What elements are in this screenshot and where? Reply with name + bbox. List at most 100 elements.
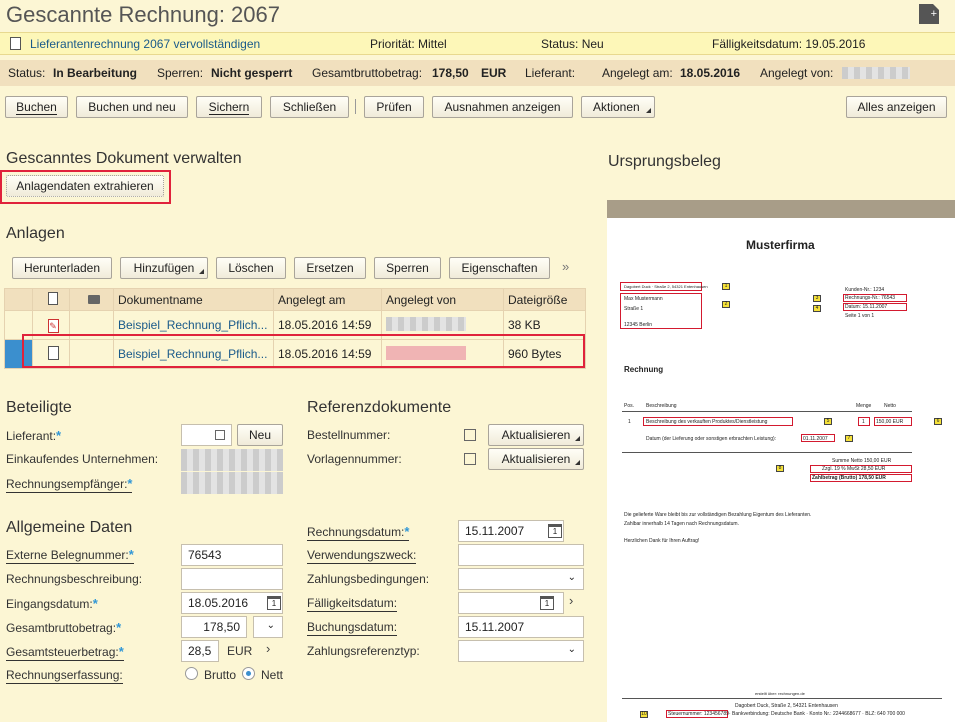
external-doc-input[interactable]: 76543 xyxy=(181,544,283,566)
new-supplier-button[interactable]: Neu xyxy=(237,424,283,446)
chevron-right-icon[interactable]: › xyxy=(266,641,270,656)
update-order-button[interactable]: Aktualisieren xyxy=(488,424,584,446)
document-viewer-bar xyxy=(607,200,955,218)
calendar-icon[interactable]: 1 xyxy=(540,596,554,610)
posting-date-input[interactable]: 15.11.2007 xyxy=(458,616,584,638)
tax-amount-label: Gesamtsteuerbetrag:* xyxy=(6,644,124,661)
doc-delivery-label: Datum (der Lieferung oder sonstigen erbr… xyxy=(646,436,777,442)
marker-2: 2 xyxy=(722,301,730,308)
supplier-field-label: Lieferant:* xyxy=(6,428,62,443)
value-help-icon[interactable] xyxy=(215,430,225,440)
doc-item-desc: Beschreibung des verkauften Produktes/Di… xyxy=(646,419,768,425)
doc-note-2: Zahlbar innerhalb 14 Tagen nach Rechnung… xyxy=(624,521,739,527)
task-notice-bar: Lieferantenrechnung 2067 vervollständige… xyxy=(0,32,955,55)
parties-heading: Beteiligte xyxy=(6,399,72,416)
gross-amount-label: Gesamtbruttobetrag:* xyxy=(6,620,122,635)
tax-currency: EUR xyxy=(227,644,253,658)
gross-radio[interactable] xyxy=(185,667,198,680)
more-buttons-icon[interactable]: » xyxy=(562,259,569,274)
tax-amount-input[interactable]: 28,5 xyxy=(181,640,219,662)
extract-attachment-data-button[interactable]: Anlagendaten extrahieren xyxy=(6,175,164,197)
replace-button[interactable]: Ersetzen xyxy=(294,257,366,279)
clipboard-icon xyxy=(10,37,21,50)
net-radio[interactable] xyxy=(242,667,255,680)
calendar-icon[interactable]: 1 xyxy=(267,596,281,610)
properties-button[interactable]: Eigenschaften xyxy=(449,257,550,279)
update-template-button[interactable]: Aktualisieren xyxy=(488,448,584,470)
gross-value: 178,50 xyxy=(432,66,469,80)
purpose-input[interactable] xyxy=(458,544,584,566)
references-heading: Referenzdokumente xyxy=(307,399,452,416)
doc-footer-url: erstellt über: rechnungen.de xyxy=(755,691,805,696)
payment-terms-select[interactable]: ⌄ xyxy=(458,568,584,590)
add-button[interactable]: Hinzufügen xyxy=(120,257,208,279)
value-help-icon[interactable] xyxy=(464,453,476,465)
lock-button[interactable]: Sperren xyxy=(374,257,441,279)
doc-recipient-city: 12345 Berlin xyxy=(624,322,653,328)
download-button[interactable]: Herunterladen xyxy=(12,257,112,279)
doc-col-desc: Beschreibung xyxy=(646,403,677,409)
doc-sum-net: Summe Netto 150,00 EUR xyxy=(832,458,892,464)
template-number-label: Vorlagennummer: xyxy=(307,452,402,466)
actions-menu-button[interactable]: Aktionen xyxy=(581,96,655,118)
col-created-by[interactable]: Angelegt von xyxy=(381,288,504,311)
priority-text: Priorität: Mittel xyxy=(370,37,447,51)
delete-button[interactable]: Löschen xyxy=(216,257,286,279)
doc-item-net: 150,00 EUR xyxy=(876,419,904,425)
col-created-on[interactable]: Angelegt am xyxy=(273,288,382,311)
gross-radio-label: Brutto xyxy=(204,668,237,682)
net-radio-label: Nett xyxy=(261,668,284,682)
col-file-size[interactable]: Dateigröße xyxy=(503,288,586,311)
buying-company-blurred xyxy=(181,449,283,471)
gross-label: Gesamtbruttobetrag: xyxy=(312,66,423,80)
doc-vat: Zzgl. 19 % MwSt 28,50 EUR xyxy=(822,466,886,472)
check-button[interactable]: Prüfen xyxy=(364,96,424,118)
show-exceptions-button[interactable]: Ausnahmen anzeigen xyxy=(432,96,573,118)
doc-date: Datum: 15.11.2007 xyxy=(845,304,888,310)
doc-invoice-title: Rechnung xyxy=(624,365,664,374)
status-label: Status: xyxy=(8,66,46,80)
new-window-icon[interactable]: + xyxy=(919,4,939,24)
source-doc-heading: Ursprungsbeleg xyxy=(608,153,721,170)
lock-value: Nicht gesperrt xyxy=(211,66,293,80)
marker-10: 10 xyxy=(640,711,648,718)
doc-item-qty: 1 xyxy=(862,419,865,425)
invoice-description-input[interactable] xyxy=(181,568,283,590)
show-all-button[interactable]: Alles anzeigen xyxy=(846,96,947,118)
doc-recipient-name: Max Mustermann xyxy=(624,296,663,302)
due-date-label: Fälligkeitsdatum: xyxy=(307,596,398,612)
book-and-new-button[interactable]: Buchen und neu xyxy=(76,96,188,118)
receipt-date-label: Eingangsdatum:* xyxy=(6,596,98,611)
close-button[interactable]: Schließen xyxy=(270,96,349,118)
notice-status-text: Status: Neu xyxy=(541,37,604,51)
col-document-name[interactable]: Dokumentname xyxy=(113,288,274,311)
recipient-blurred[interactable] xyxy=(181,472,283,494)
purpose-label: Verwendungszweck: xyxy=(307,548,417,564)
marker-7: 7 xyxy=(845,435,853,442)
marker-5: 5 xyxy=(824,418,832,425)
doc-page: Seite 1 von 1 xyxy=(845,313,875,319)
file-type-icon xyxy=(32,288,70,311)
doc-item-pos: 1 xyxy=(628,419,631,425)
invoice-entry-label: Rechnungserfassung: xyxy=(6,668,123,684)
payment-ref-type-label: Zahlungsreferenztyp: xyxy=(307,644,420,658)
lock-label: Sperren: xyxy=(157,66,204,80)
chevron-right-icon[interactable]: › xyxy=(569,593,573,608)
calendar-icon[interactable]: 1 xyxy=(548,524,562,538)
payment-ref-type-select[interactable]: ⌄ xyxy=(458,640,584,662)
payment-terms-label: Zahlungsbedingungen: xyxy=(307,572,430,586)
created-value: 18.05.2016 xyxy=(680,66,741,80)
source-document-preview[interactable] xyxy=(607,200,955,722)
gross-currency-select[interactable]: ⌄ xyxy=(253,616,283,638)
gross-amount-input[interactable]: 178,50 xyxy=(181,616,247,638)
buying-company-label: Einkaufendes Unternehmen: xyxy=(6,452,159,466)
doc-footer-address: Dagobert Duck, Straße 2, 54321 Entenhaus… xyxy=(735,703,838,709)
supplier-label: Lieferant: xyxy=(525,66,576,80)
task-link[interactable]: Lieferantenrechnung 2067 vervollständige… xyxy=(30,37,260,51)
posting-date-label: Buchungsdatum: xyxy=(307,620,398,636)
marker-4: 4 xyxy=(813,305,821,312)
value-help-icon[interactable] xyxy=(464,429,476,441)
save-button[interactable]: Sichern xyxy=(196,96,262,118)
book-button[interactable]: Buchen xyxy=(5,96,68,118)
due-date-text: Fälligkeitsdatum: 19.05.2016 xyxy=(712,37,866,51)
